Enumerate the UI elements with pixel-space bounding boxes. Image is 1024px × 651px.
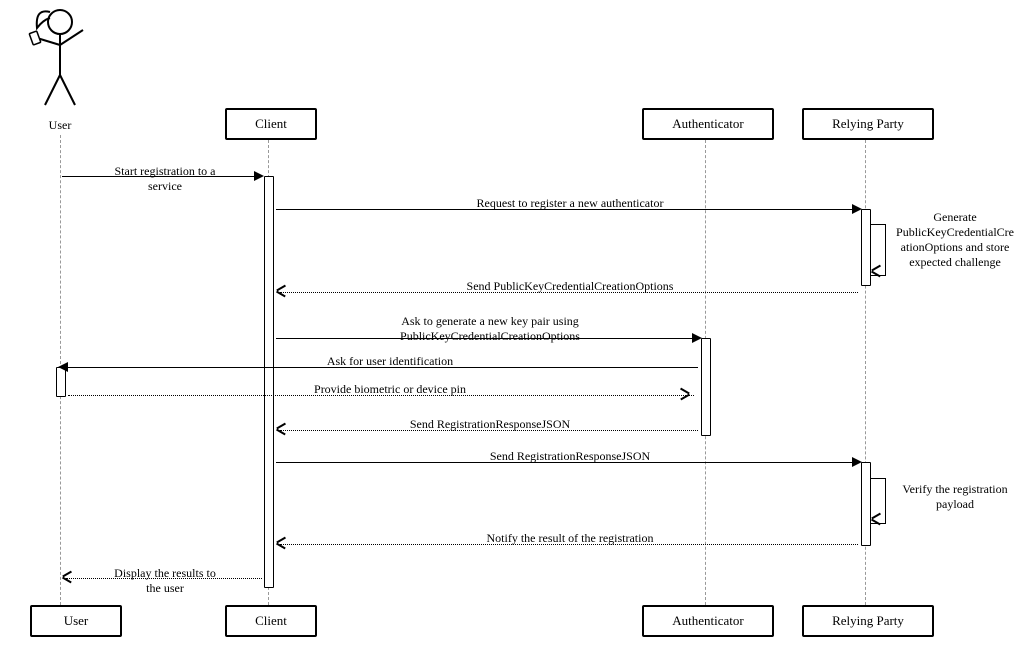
arrowhead-m4: [692, 333, 702, 343]
actor-relying-party-top: Relying Party: [802, 108, 934, 140]
actor-relying-party-bottom: Relying Party: [802, 605, 934, 637]
actor-client-top: Client: [225, 108, 317, 140]
activation-rp-2: [861, 462, 871, 546]
actor-user-top-label: User: [35, 118, 85, 133]
msg-m10: Display the results to the user: [90, 566, 240, 596]
activation-client: [264, 176, 274, 588]
actor-client-label: Client: [255, 116, 287, 131]
actor-client-bottom: Client: [225, 605, 317, 637]
msg-m8: Send RegistrationResponseJSON: [420, 449, 720, 464]
arrowhead-m2: [852, 204, 862, 214]
arrowhead-m5: [58, 362, 68, 372]
arrowhead-m1: [254, 171, 264, 181]
note-1: Generate PublicKeyCredentialCre ationOpt…: [890, 210, 1020, 270]
msg-m9: Notify the result of the registration: [400, 531, 740, 546]
actor-authenticator-label: Authenticator: [672, 116, 743, 131]
msg-m6: Provide biometric or device pin: [280, 382, 500, 397]
msg-m3: Send PublicKeyCredentialCreationOptions: [420, 279, 720, 294]
arrowhead-m8: [852, 457, 862, 467]
activation-auth: [701, 338, 711, 436]
note-2: Verify the registration payload: [890, 482, 1020, 512]
actor-user-bottom: User: [30, 605, 122, 637]
msg-m1: Start registration to a service: [90, 164, 240, 194]
msg-m4: Ask to generate a new key pair using Pub…: [350, 314, 630, 344]
user-stick-figure: [25, 0, 95, 114]
actor-authenticator-bottom: Authenticator: [642, 605, 774, 637]
msg-m5: Ask for user identification: [280, 354, 500, 369]
actor-authenticator-top: Authenticator: [642, 108, 774, 140]
activation-rp-1: [861, 209, 871, 286]
msg-m7: Send RegistrationResponseJSON: [360, 417, 620, 432]
msg-m2: Request to register a new authenticator: [420, 196, 720, 211]
actor-relying-party-label: Relying Party: [832, 116, 904, 131]
